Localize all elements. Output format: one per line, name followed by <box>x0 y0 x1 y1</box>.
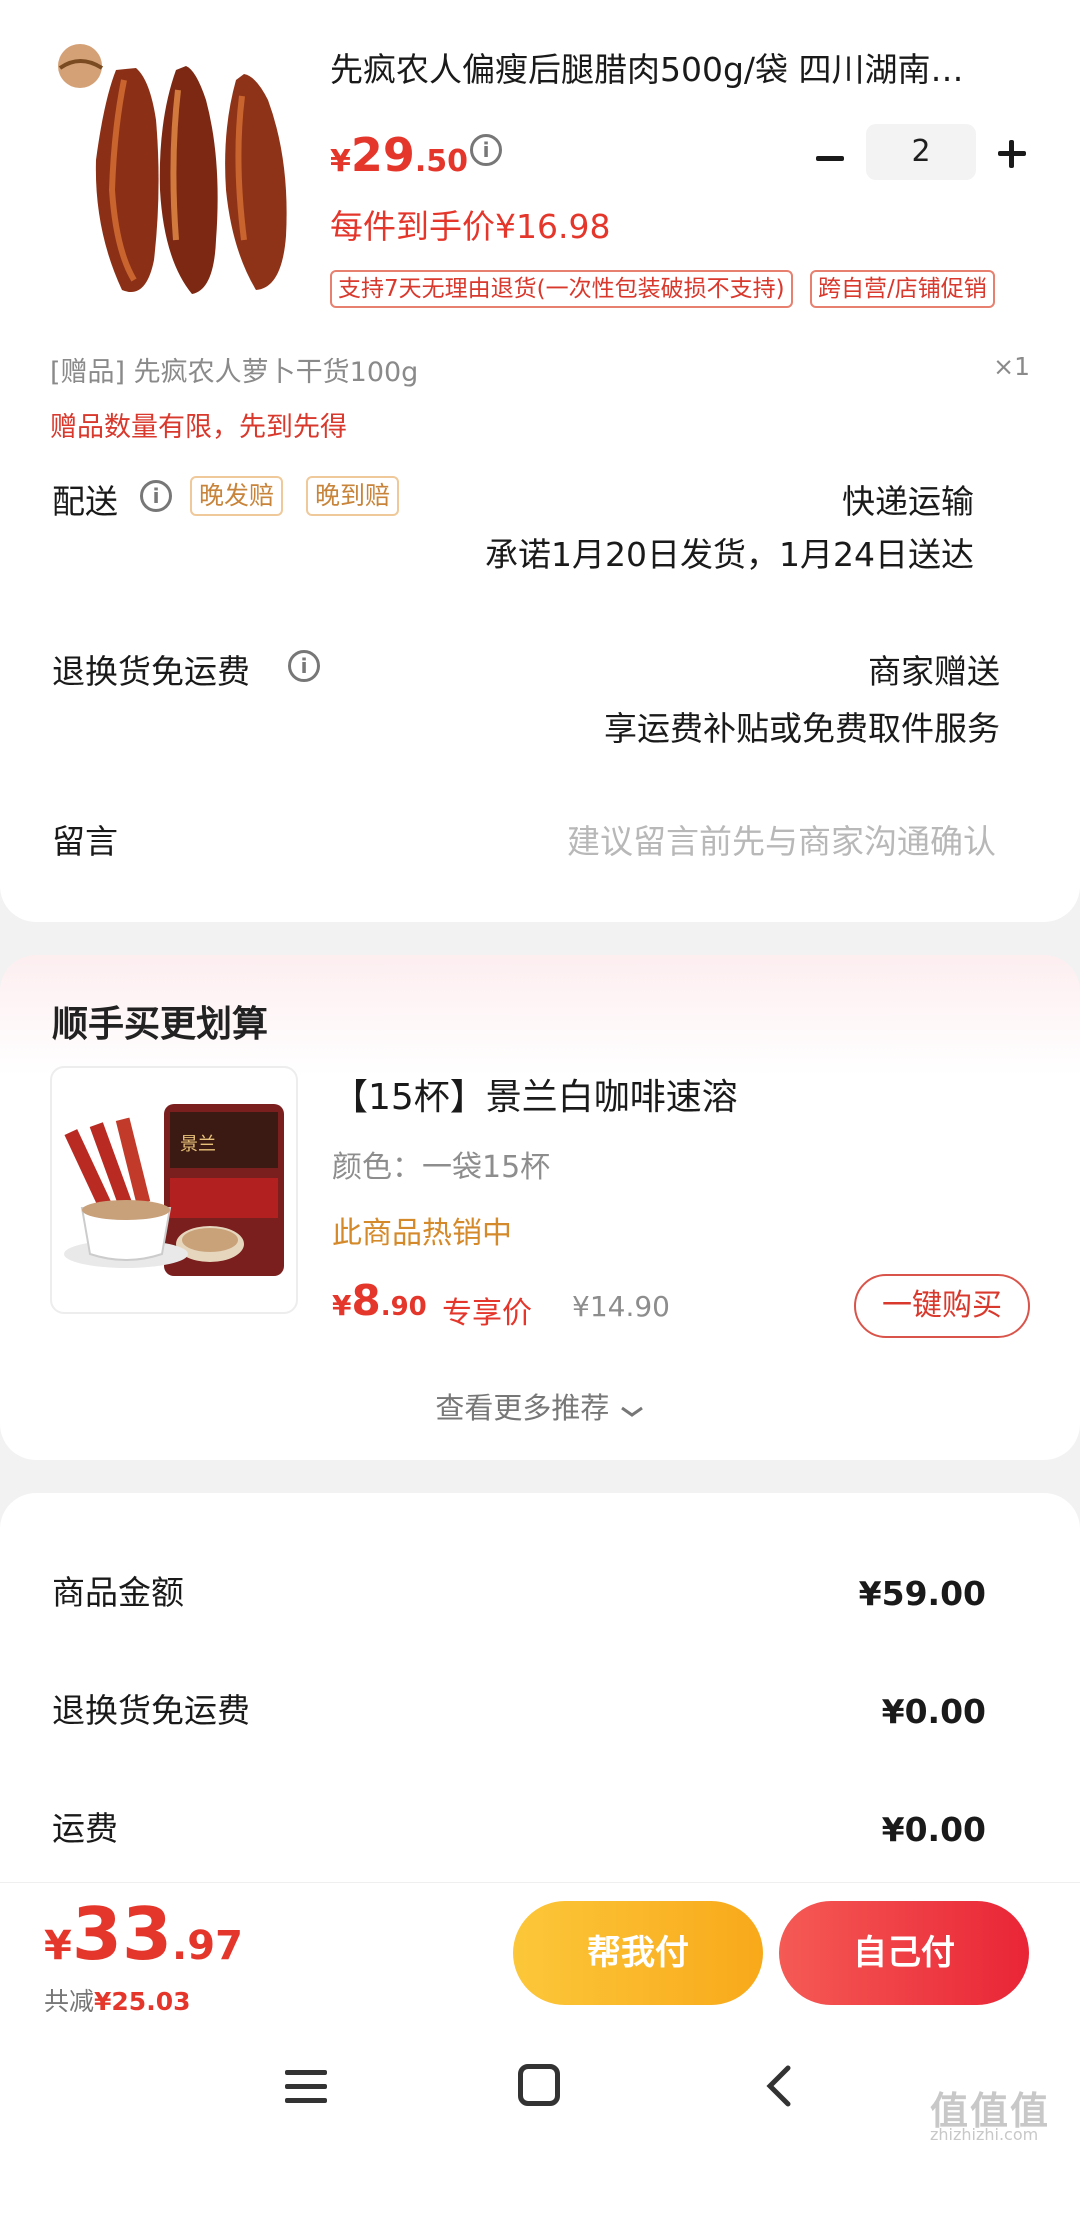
product-image[interactable] <box>46 40 308 302</box>
upsell-title: 顺手买更划算 <box>52 1004 269 1045</box>
upsell-price-decimal: .90 <box>380 1292 427 1322</box>
watermark-url: zhizhizhi.com <box>930 2125 1039 2144</box>
upsell-product-image[interactable]: 景兰 <box>50 1066 298 1314</box>
message-input[interactable]: 建议留言前先与商家沟通确认 <box>567 815 996 863</box>
return-shipping-value: 商家赠送 <box>868 652 1000 691</box>
product-title[interactable]: 先疯农人偏瘦后腿腊肉500g/袋 四川湖南… <box>330 48 1040 92</box>
more-recommendations-label: 查看更多推荐 <box>435 1391 610 1425</box>
total-price: ¥33.97 <box>44 1892 243 1976</box>
gift-quantity: ×1 <box>993 352 1030 381</box>
back-icon[interactable] <box>760 2064 800 2108</box>
delivery-info-icon[interactable]: i <box>140 480 172 512</box>
upsell-price-integer: 8 <box>351 1276 381 1325</box>
gift-item: [赠品] 先疯农人萝卜干货100g <box>50 357 419 388</box>
help-me-pay-button[interactable]: 帮我付 <box>513 1901 763 2005</box>
total-currency: ¥ <box>44 1923 72 1969</box>
delivery-method[interactable]: 快递运输 <box>842 475 974 523</box>
recent-apps-icon[interactable] <box>285 2068 327 2104</box>
more-recommendations-link[interactable]: 查看更多推荐 <box>0 1385 1080 1427</box>
return-policy-tag: 支持7天无理由退货(一次性包装破损不支持) <box>330 270 793 308</box>
price-decimal: .50 <box>414 144 469 179</box>
price-info-icon[interactable]: i <box>470 134 502 166</box>
total-decimal: .97 <box>172 1923 243 1969</box>
upsell-exclusive-label: 专享价 <box>442 1296 532 1331</box>
gift-note: 赠品数量有限，先到先得 <box>50 412 347 443</box>
quantity-value[interactable]: 2 <box>866 124 976 180</box>
svg-text:景兰: 景兰 <box>180 1134 216 1155</box>
upsell-product-variant[interactable]: 颜色：一袋15杯 <box>332 1142 550 1186</box>
order-item-card: 先疯农人偏瘦后腿腊肉500g/袋 四川湖南… ¥29.50 i 2 每件到手价¥… <box>0 0 1080 922</box>
upsell-original-price: ¥14.90 <box>572 1290 670 1323</box>
delivery-label: 配送 <box>52 482 118 521</box>
summary-label-goods: 商品金额 <box>52 1573 184 1612</box>
quantity-decrease-button[interactable] <box>812 140 848 176</box>
return-shipping-label: 退换货免运费 <box>52 652 250 691</box>
price-currency: ¥ <box>330 144 351 179</box>
quantity-increase-button[interactable] <box>994 136 1030 172</box>
message-label: 留言 <box>52 822 118 861</box>
total-integer: 33 <box>71 1892 173 1976</box>
upsell-hot-label: 此商品热销中 <box>332 1216 512 1251</box>
late-ship-compensation-tag: 晚发赔 <box>190 476 284 516</box>
one-click-buy-button[interactable]: 一键购买 <box>854 1274 1030 1338</box>
home-icon[interactable] <box>518 2064 560 2106</box>
summary-value-shipping: ¥0.00 <box>881 1810 986 1849</box>
upsell-price-currency: ¥ <box>332 1289 352 1322</box>
upsell-product-name[interactable]: 【15杯】景兰白咖啡速溶 <box>332 1068 738 1120</box>
pay-myself-button[interactable]: 自己付 <box>779 1901 1029 2005</box>
delivery-promise: 承诺1月20日发货，1月24日送达 <box>485 535 974 574</box>
summary-value-goods: ¥59.00 <box>858 1574 986 1613</box>
promotion-tag: 跨自营/店铺促销 <box>810 270 995 308</box>
product-price: ¥29.50 <box>330 128 468 182</box>
upsell-price: ¥8.90 <box>332 1276 427 1325</box>
summary-label-shipping: 运费 <box>52 1809 118 1848</box>
chevron-down-icon <box>619 1393 645 1427</box>
per-item-price: 每件到手价¥16.98 <box>330 207 611 246</box>
late-arrival-compensation-tag: 晚到赔 <box>306 476 400 516</box>
summary-label-return: 退换货免运费 <box>52 1691 250 1730</box>
return-shipping-desc: 享运费补贴或免费取件服务 <box>604 709 1000 748</box>
return-shipping-info-icon[interactable]: i <box>288 650 320 682</box>
price-integer: 29 <box>350 128 415 182</box>
summary-value-return: ¥0.00 <box>881 1692 986 1731</box>
